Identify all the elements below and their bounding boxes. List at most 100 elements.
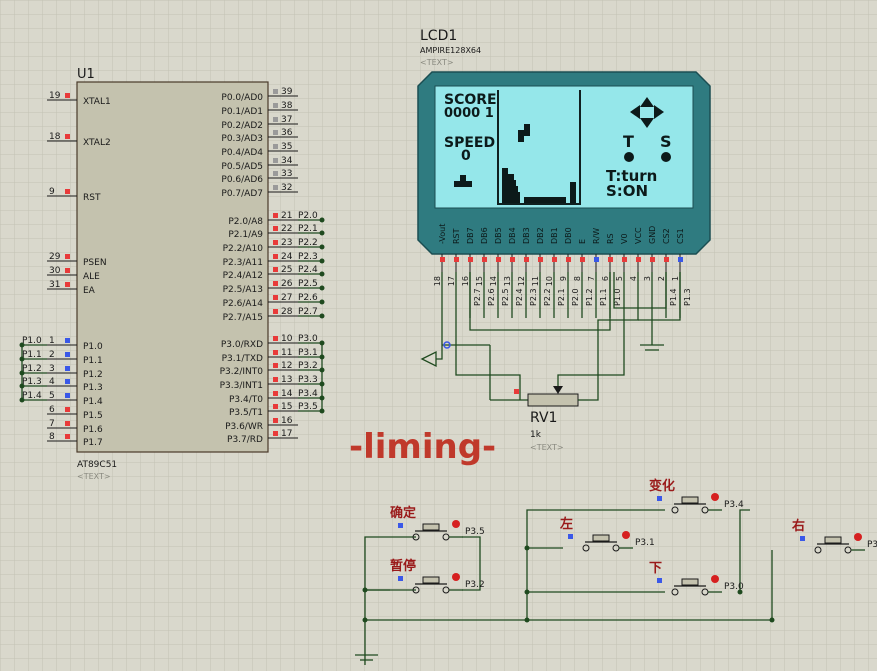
pin-name: P0.7/AD7 (221, 189, 263, 199)
pin-state-icon (273, 404, 278, 409)
pin-state-icon (273, 350, 278, 355)
net-label: P3.1 (298, 348, 318, 358)
speed-value: 0 (461, 148, 471, 164)
pin-number: 3 (49, 364, 55, 374)
pin-state-icon (273, 391, 278, 396)
lcd-pin-name: V0 (620, 233, 629, 244)
pin-state-icon (594, 257, 599, 262)
pin-number: 2 (49, 350, 55, 360)
net-label: P3.1 (635, 538, 655, 548)
net-label: P2.1 (298, 224, 318, 234)
net-label: P1.3 (683, 288, 692, 306)
pin-name: P1.0 (83, 342, 103, 352)
lcd-pin-number: 17 (447, 276, 456, 286)
pin-state-icon (524, 257, 529, 262)
pin-number: 34 (281, 156, 293, 166)
net-label: P3.3 (298, 375, 318, 385)
pin-state-icon (65, 268, 70, 273)
pin-number: 11 (281, 348, 292, 358)
pin-state-icon (552, 257, 557, 262)
button-label: 左 (560, 516, 573, 532)
pin-number: 29 (49, 252, 61, 262)
pin-name: P1.6 (83, 425, 103, 435)
switch-cap-icon (592, 534, 610, 542)
pin-number: 25 (281, 265, 292, 275)
pin-state-icon (273, 117, 278, 122)
net-label: P3.0 (724, 582, 744, 592)
pin-state-icon (273, 309, 278, 314)
net-label: P1.2 (585, 288, 594, 306)
pin-state-icon (65, 421, 70, 426)
net-label: P2.1 (557, 288, 566, 306)
pin-name: P2.1/A9 (228, 230, 263, 240)
pin-state-icon (273, 418, 278, 423)
pin-state-icon (636, 257, 641, 262)
pin-name: EA (83, 286, 96, 296)
pin-state-icon (657, 496, 662, 501)
lcd-pin-number: 7 (587, 276, 596, 281)
pin-number: 14 (281, 389, 293, 399)
net-label: P1.1 (599, 288, 608, 306)
lcd-pin-name: DB1 (550, 227, 559, 244)
pin-number: 4 (49, 377, 55, 387)
net-label: P2.7 (473, 288, 482, 306)
pin-state-icon (468, 257, 473, 262)
pin-name: PSEN (83, 258, 107, 268)
pin-number: 23 (281, 238, 292, 248)
net-label: P2.5 (501, 288, 510, 306)
button-label: 下 (649, 561, 662, 576)
pin-state-icon (273, 363, 278, 368)
lcd-pin-name: DB2 (536, 227, 545, 244)
pin-state-icon (398, 523, 403, 528)
pin-name: P2.2/A10 (223, 244, 264, 254)
pin-state-icon (482, 257, 487, 262)
pin-name: P3.1/TXD (222, 354, 263, 364)
pin-number: 38 (281, 101, 293, 111)
u1-part: AT89C51 (77, 460, 117, 470)
button-label: 暂停 (390, 558, 416, 574)
pin-state-icon (273, 267, 278, 272)
pin-number: 30 (49, 266, 61, 276)
pin-number: 21 (281, 211, 292, 221)
pin-number: 16 (281, 416, 293, 426)
pin-state-icon (678, 257, 683, 262)
pin-state-icon (273, 377, 278, 382)
net-label: P2.0 (298, 211, 318, 221)
pin-name: P3.0/RXD (221, 340, 263, 350)
pin-state-icon (273, 431, 278, 436)
net-label: P2.2 (298, 238, 318, 248)
pin-state-icon (566, 257, 571, 262)
lcd-pin-number: 13 (503, 276, 512, 286)
pin-number: 10 (281, 334, 293, 344)
switch-cap-icon (824, 536, 842, 544)
pin-name: P2.0/A8 (228, 217, 263, 227)
pin-state-icon (568, 534, 573, 539)
net-label: P3.5 (298, 402, 318, 412)
pin-number: 24 (281, 252, 293, 262)
lcd-pin-number: 18 (433, 276, 442, 286)
pin-name: P3.6/WR (225, 422, 263, 432)
pot-value: 1k (530, 430, 542, 440)
pin-name: XTAL1 (83, 97, 111, 107)
lcd-pin-number: 2 (657, 276, 666, 281)
pin-name: P1.1 (83, 356, 103, 366)
pin-state-dot-icon (452, 520, 460, 528)
pin-name: P3.2/INT0 (220, 367, 264, 377)
net-label: P3.5 (465, 527, 485, 537)
pin-number: 28 (281, 307, 293, 317)
lcd-pin-name: DB0 (564, 227, 573, 244)
pin-state-icon (273, 130, 278, 135)
pin-name: P1.4 (83, 397, 103, 407)
pin-state-icon (65, 434, 70, 439)
button-label: 变化 (649, 478, 675, 494)
net-label: P1.4 (669, 288, 678, 306)
lcd-pin-name: E (578, 239, 587, 244)
pin-name: P2.6/A14 (223, 299, 264, 309)
s-key-dot-icon (661, 152, 671, 162)
lcd-pin-number: 4 (629, 276, 638, 281)
pin-number: 12 (281, 361, 292, 371)
pin-state-icon (273, 185, 278, 190)
net-label: P1.1 (22, 350, 42, 360)
lcd-pin-name: DB7 (466, 227, 475, 244)
pin-state-icon (273, 89, 278, 94)
